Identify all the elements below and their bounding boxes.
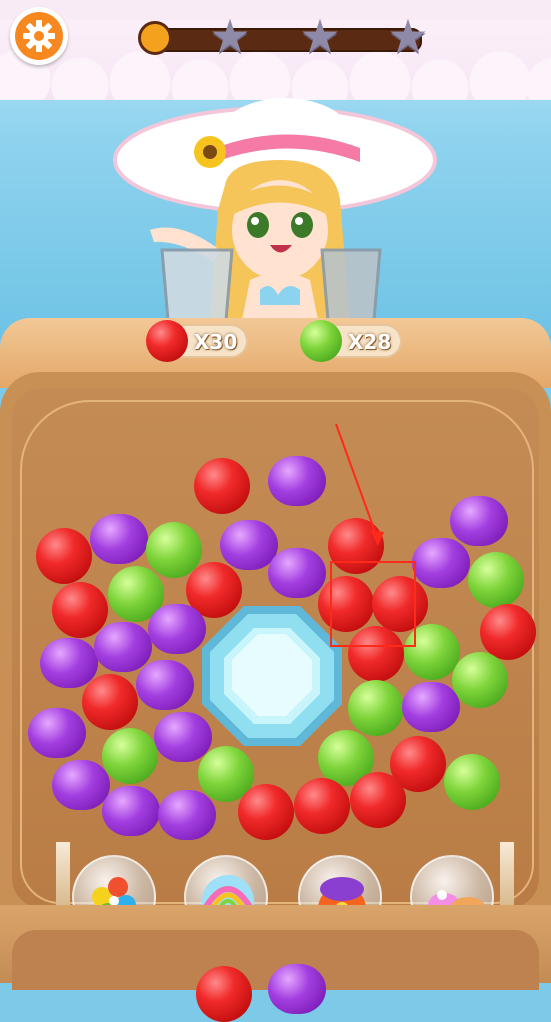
sunflower-icon xyxy=(194,136,226,168)
red-apple-tile[interactable] xyxy=(294,778,350,834)
red-apple-tile[interactable] xyxy=(36,528,92,584)
star-icon: ★ xyxy=(387,9,429,63)
purple-plum-tile[interactable] xyxy=(450,496,508,546)
green-apple-tile[interactable] xyxy=(102,728,158,784)
red-apple-icon xyxy=(146,320,188,362)
score-progress-bar: ★ ★ ★ xyxy=(138,12,430,60)
purple-plum-tile[interactable] xyxy=(136,660,194,710)
purple-plum-tile[interactable] xyxy=(90,514,148,564)
purple-plum-tile[interactable] xyxy=(148,604,206,654)
goal-red-apple: X30 xyxy=(146,320,248,362)
red-apple-tile[interactable] xyxy=(194,458,250,514)
tray-post xyxy=(56,842,70,908)
green-apple-tile[interactable] xyxy=(468,552,524,608)
gear-icon xyxy=(15,12,63,60)
goal-count: X30 xyxy=(194,330,238,354)
green-apple-tile[interactable] xyxy=(348,680,404,736)
green-apple-tile[interactable] xyxy=(444,754,500,810)
tray-post xyxy=(500,842,514,908)
red-apple-tile[interactable] xyxy=(350,772,406,828)
purple-plum-tile[interactable] xyxy=(268,456,326,506)
purple-plum-tile[interactable] xyxy=(412,538,470,588)
progress-fill xyxy=(138,21,172,55)
red-apple-tile xyxy=(196,966,252,1022)
purple-plum-tile[interactable] xyxy=(402,682,460,732)
progress-track xyxy=(146,28,422,52)
purple-plum-tile[interactable] xyxy=(158,790,216,840)
purple-plum-tile[interactable] xyxy=(94,622,152,672)
purple-plum-tile[interactable] xyxy=(102,786,160,836)
crystal-gem-tile[interactable] xyxy=(200,604,344,748)
settings-button[interactable] xyxy=(10,7,68,65)
purple-plum-tile[interactable] xyxy=(28,708,86,758)
purple-plum-tile[interactable] xyxy=(52,760,110,810)
purple-plum-tile xyxy=(268,964,326,1014)
star-icon: ★ xyxy=(299,9,341,63)
star-icon: ★ xyxy=(209,9,251,63)
green-apple-tile[interactable] xyxy=(452,652,508,708)
green-apple-icon xyxy=(300,320,342,362)
red-apple-tile[interactable] xyxy=(480,604,536,660)
goal-green-apple: X28 xyxy=(300,320,402,362)
character-girl xyxy=(113,98,437,330)
red-apple-tile[interactable] xyxy=(238,784,294,840)
swap-hint-box xyxy=(330,561,416,647)
purple-plum-tile[interactable] xyxy=(40,638,98,688)
purple-plum-tile[interactable] xyxy=(268,548,326,598)
red-apple-tile[interactable] xyxy=(82,674,138,730)
goal-count: X28 xyxy=(348,330,392,354)
